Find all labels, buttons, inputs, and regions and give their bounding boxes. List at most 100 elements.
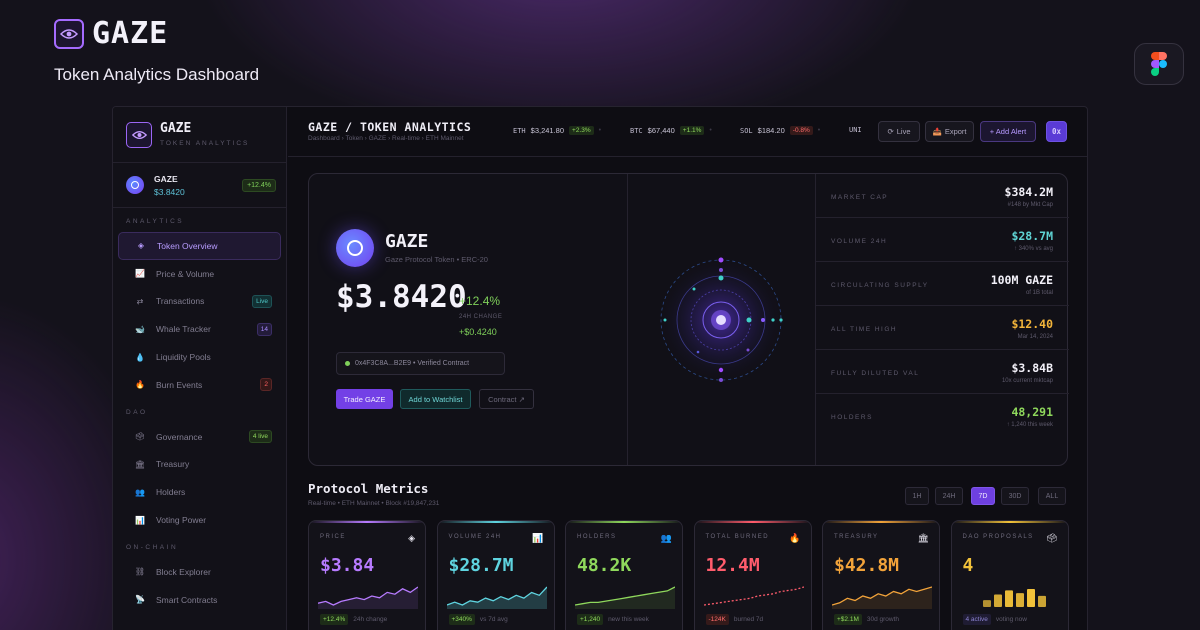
sidebar-item-liquidity-pools[interactable]: 💧 Liquidity Pools	[118, 343, 281, 371]
ticker-symbol: BTC	[630, 126, 643, 135]
page-title: GAZE / TOKEN ANALYTICS	[308, 120, 472, 134]
metric-note: 30d growth	[866, 616, 900, 623]
sidebar-item-block-explorer[interactable]: ⛓ Block Explorer	[118, 558, 281, 586]
sidebar-item-label: Block Explorer	[156, 566, 211, 577]
contract-link-button[interactable]: Contract ↗	[479, 389, 534, 409]
sidebar-item-label: Price & Volume	[156, 268, 215, 279]
ballot-icon: 🗳	[1046, 533, 1058, 543]
stat-value: 100M GAZE	[990, 273, 1053, 287]
sidebar-item-token-overview[interactable]: ◈ Token Overview	[118, 232, 281, 260]
ticker-btc: BTC $67,440 +1.1% •	[630, 126, 712, 135]
token-change-badge: +12.4%	[242, 179, 276, 192]
add-alert-button[interactable]: + Add Alert	[980, 121, 1036, 142]
sidebar-item-transactions[interactable]: ⇄ Transactions Live	[118, 288, 281, 316]
trade-button[interactable]: Trade GAZE	[336, 389, 393, 409]
timeframe-24h[interactable]: 24H	[935, 487, 963, 505]
metric-footer: +12.4% 24h change	[320, 614, 387, 625]
metric-card-price[interactable]: PRICE ◈ $3.84 +12.4% 24h change	[308, 520, 426, 630]
timeframe-30d[interactable]: 30D	[1001, 487, 1029, 505]
sidebar-item-label: Whale Tracker	[156, 324, 211, 335]
stat-label: FULLY DILUTED VAL	[831, 370, 920, 377]
contract-address-text: 0x4F3C8A...B2E9 • Verified Contract	[355, 360, 470, 367]
sidebar-item-price-volume[interactable]: 📈 Price & Volume	[118, 260, 281, 288]
ticker-change: +2.3%	[569, 126, 594, 135]
section-label-analytics: ANALYTICS	[126, 218, 185, 225]
price-change-label: 24H CHANGE	[459, 314, 503, 320]
card-accent-bar	[694, 521, 811, 523]
stat-label: VOLUME 24H	[831, 238, 888, 245]
live-button[interactable]: ⟳ Live	[878, 121, 920, 142]
ticker-uni: UNI	[849, 126, 862, 134]
add-to-watchlist-button[interactable]: Add to Watchlist	[400, 389, 471, 409]
metric-card-total-burned[interactable]: TOTAL BURNED 🔥 12.4M -124K burned 7d	[693, 520, 812, 630]
stat-all-time-high: ALL TIME HIGH $12.40 Mar 14, 2024	[816, 306, 1069, 350]
token-subtitle: Gaze Protocol Token • ERC-20	[385, 255, 488, 264]
stat-value: $28.7M	[1011, 229, 1053, 243]
droplet-icon: 💧	[135, 352, 145, 362]
contract-address[interactable]: 0x4F3C8A...B2E9 • Verified Contract	[336, 352, 505, 375]
figma-button[interactable]	[1134, 43, 1184, 85]
metric-value: $42.8M	[834, 555, 900, 576]
sidebar-item-governance[interactable]: 🗳 Governance 4 live	[118, 423, 281, 451]
users-icon: 👥	[660, 533, 672, 543]
metric-footer: +$2.1M 30d growth	[834, 614, 899, 625]
token-price: $3.8420	[336, 279, 467, 315]
ticker-eth: ETH $3,241.80 +2.3% •	[513, 126, 601, 135]
timeframe-all[interactable]: ALL	[1038, 487, 1066, 505]
refresh-icon: ⟳	[887, 127, 894, 136]
diamond-icon: ◈	[408, 533, 415, 543]
verified-dot-icon	[345, 361, 350, 366]
metric-value: $3.84	[320, 555, 375, 576]
spark-bar	[1015, 593, 1024, 607]
metric-footer: +340% vs 7d avg	[448, 614, 508, 625]
price-change-percent: +12.4%	[459, 294, 501, 308]
sidebar-item-whale-tracker[interactable]: 🐋 Whale Tracker 14	[118, 315, 281, 343]
stat-sub: ↑ 1,240 this week	[1006, 422, 1053, 428]
metric-change-chip: +$2.1M	[834, 614, 862, 625]
stat-value: $384.2M	[1004, 185, 1053, 199]
count-badge: 14	[256, 322, 272, 336]
stat-sub: Mar 14, 2024	[1017, 334, 1053, 340]
metric-card-dao-proposals[interactable]: DAO PROPOSALS 🗳 4 4 active voting now	[950, 520, 1069, 630]
stat-label: CIRCULATING SUPPLY	[831, 282, 929, 289]
card-accent-bar	[951, 521, 1068, 523]
sidebar-item-label: Transactions	[156, 296, 205, 307]
eye-icon	[54, 18, 84, 49]
timeframe-7d[interactable]: 7D	[971, 487, 995, 505]
metric-card-volume-24h[interactable]: VOLUME 24H 📊 $28.7M +340% vs 7d avg	[436, 520, 555, 630]
metric-card-holders[interactable]: HOLDERS 👥 48.2K +1,240 new this week	[565, 520, 683, 630]
sidebar-item-holders[interactable]: 👥 Holders	[118, 478, 281, 506]
section-label-dao: DAO	[126, 408, 148, 416]
section-label-onchain: ON-CHAIN	[126, 543, 179, 551]
ticker-separator: •	[709, 127, 712, 134]
live-button-label: Live	[896, 127, 911, 136]
metric-footer: +1,240 new this week	[577, 614, 649, 625]
card-accent-bar	[437, 521, 554, 523]
satellite-icon: 📡	[135, 595, 145, 605]
exchange-icon: ⇄	[136, 296, 144, 306]
sparkline	[703, 586, 804, 606]
stat-label: ALL TIME HIGH	[831, 326, 898, 333]
ticker-symbol: UNI	[849, 126, 862, 134]
metric-label: HOLDERS	[577, 534, 617, 540]
card-accent-bar	[566, 521, 682, 523]
users-icon: 👥	[135, 487, 145, 497]
metric-change-chip: +1,240	[577, 614, 604, 625]
sidebar-item-burn-events[interactable]: 🔥 Burn Events 2	[118, 371, 281, 399]
ticker-separator: •	[598, 127, 602, 134]
diamond-icon: ◈	[137, 241, 145, 251]
timeframe-1h[interactable]: 1H	[905, 487, 929, 505]
metric-footer: -124K burned 7d	[705, 614, 763, 625]
metric-change-chip: +340%	[448, 614, 475, 625]
metric-card-treasury[interactable]: TREASURY 🏛 $42.8M +$2.1M 30d growth	[822, 520, 940, 630]
wallet-button[interactable]: 0x	[1046, 121, 1067, 142]
sidebar-item-voting-power[interactable]: 📊 Voting Power	[118, 506, 281, 534]
breadcrumb: Dashboard › Token › GAZE › Real-time › E…	[308, 135, 464, 142]
metric-value: 4	[962, 555, 974, 576]
export-button[interactable]: 📤 Export	[925, 121, 974, 142]
sidebar-item-treasury[interactable]: 🏛 Treasury	[118, 451, 281, 479]
metric-value: 12.4M	[705, 555, 760, 576]
token-summary[interactable]: GAZE $3.8420 +12.4%	[113, 163, 286, 208]
sidebar-item-smart-contracts[interactable]: 📡 Smart Contracts	[118, 586, 281, 614]
stat-sub: 10x current mktcap	[1001, 378, 1053, 384]
